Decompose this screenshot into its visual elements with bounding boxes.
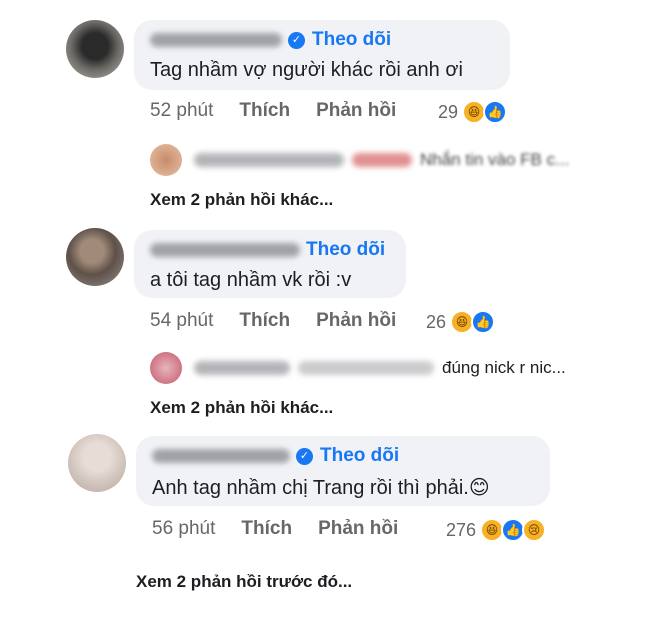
blurred-username [194,361,290,375]
commenter-avatar[interactable] [68,434,126,492]
like-button[interactable]: Thích [239,310,290,332]
more-replies-link[interactable]: Xem 2 phản hồi khác... [150,190,333,210]
sad-icon: 😢 [522,518,547,542]
reply-button[interactable]: Phản hồi [316,310,396,332]
blurred-emoji [352,153,412,167]
comment-bubble: ✓ Theo dõi Anh tag nhầm chị Trang rồi th… [136,436,550,506]
comment-actions: 52 phút Thích Phản hồi [150,100,422,122]
reaction-summary[interactable]: 26 😆 👍 [426,310,496,334]
commenter-avatar[interactable] [66,20,124,78]
like-icon: 👍 [471,310,496,334]
comment-text: Anh tag nhầm chị Trang rồi thì phải.😊 [152,475,534,500]
comment-text-body: Anh tag nhầm chị Trang rồi thì phải. [152,477,469,499]
blurred-username[interactable] [150,243,300,257]
verified-badge-icon: ✓ [296,447,313,465]
comment-bubble: ✓ Theo dõi Tag nhầm vợ người khác rồi an… [134,20,510,90]
like-button[interactable]: Thích [239,100,290,122]
commenter-avatar[interactable] [66,228,124,286]
comment-time[interactable]: 54 phút [150,310,213,332]
reaction-count: 29 [438,101,459,122]
verified-badge-icon: ✓ [288,31,305,49]
comment-bubble: Theo dõi a tôi tag nhầm vk rồi :v [134,230,406,298]
reaction-summary[interactable]: 29 😆 👍 [438,100,508,124]
follow-link[interactable]: Theo dõi [312,29,391,51]
follow-link[interactable]: Theo dõi [320,445,399,467]
comment-text: Tag nhầm vợ người khác rồi anh ơi [150,59,463,81]
reply-avatar [150,352,182,384]
reply-button[interactable]: Phản hồi [318,518,398,540]
comment-actions: 54 phút Thích Phản hồi [150,310,422,332]
smile-emoji-icon: 😊 [468,477,490,499]
comment-actions: 56 phút Thích Phản hồi [152,518,424,540]
like-icon: 👍 [483,100,508,124]
reply-preview[interactable]: Nhắn tin vào FB c... [150,144,569,176]
reply-preview-text: đúng nick r nic... [442,358,566,377]
previous-replies-link[interactable]: Xem 2 phản hồi trước đó... [136,572,352,592]
blurred-username[interactable] [152,449,290,463]
reply-button[interactable]: Phản hồi [316,100,396,122]
reaction-count: 26 [426,311,447,332]
more-replies-link[interactable]: Xem 2 phản hồi khác... [150,398,333,418]
comment-time[interactable]: 56 phút [152,518,215,540]
reply-preview[interactable]: đúng nick r nic... [150,352,566,384]
follow-link[interactable]: Theo dõi [306,239,385,261]
reaction-summary[interactable]: 276 😆 👍 😢 [446,518,547,542]
comment-time[interactable]: 52 phút [150,100,213,122]
reply-avatar [150,144,182,176]
like-button[interactable]: Thích [241,518,292,540]
reply-preview-text: Nhắn tin vào FB c... [420,150,570,169]
comment-text: a tôi tag nhầm vk rồi :v [150,269,352,291]
blurred-username[interactable] [150,33,282,47]
blurred-tag [298,361,434,375]
reaction-count: 276 [446,519,477,540]
blurred-username [194,153,344,167]
